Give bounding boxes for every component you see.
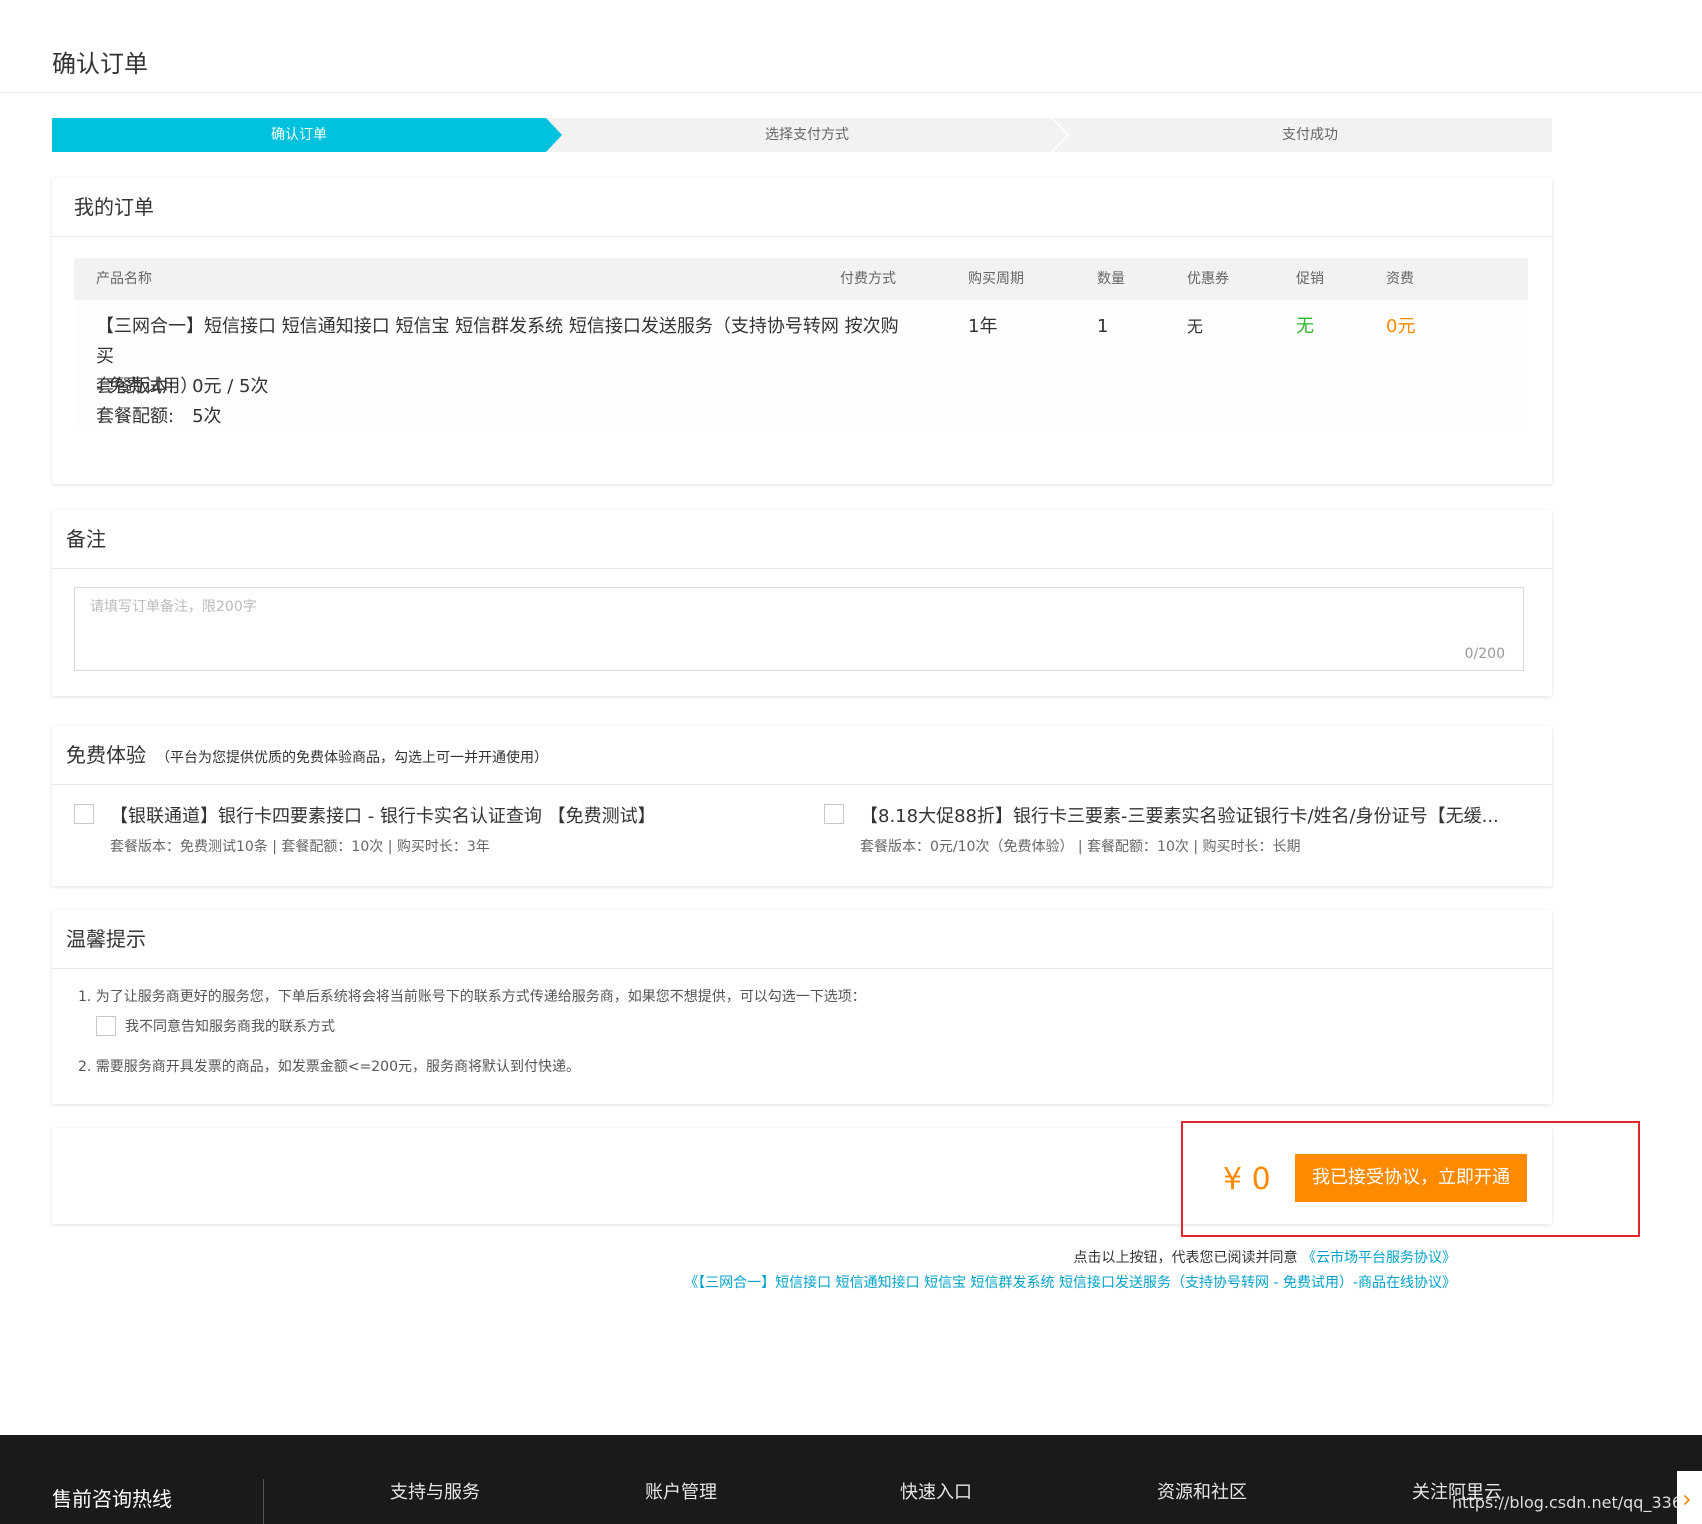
cell-coupon: 无 bbox=[1187, 317, 1204, 336]
col-qty: 数量 bbox=[1097, 271, 1125, 287]
col-pay-method: 付费方式 bbox=[840, 271, 896, 287]
remark-placeholder: 请填写订单备注，限200字 bbox=[90, 599, 257, 615]
plan-quota-label: 套餐配额: bbox=[96, 406, 175, 427]
tips-heading: 温馨提示 bbox=[52, 910, 1552, 969]
cell-period: 1年 bbox=[968, 316, 998, 337]
trial-item-1-checkbox[interactable] bbox=[74, 804, 94, 824]
cell-promo: 无 bbox=[1296, 316, 1314, 337]
highlight-annotation-box bbox=[1181, 1121, 1640, 1237]
privacy-checkbox[interactable] bbox=[96, 1016, 116, 1036]
footer-hotline: 售前咨询热线 bbox=[52, 1487, 172, 1511]
col-promo: 促销 bbox=[1296, 271, 1324, 287]
remark-textarea[interactable]: 请填写订单备注，限200字 0/200 bbox=[74, 587, 1524, 671]
plan-version: 套餐版本: 0元 / 5次 bbox=[96, 372, 269, 398]
plan-quota: 套餐配额: 5次 bbox=[96, 402, 222, 428]
trial-item-2-title[interactable]: 【8.18大促88折】银行卡三要素-三要素实名验证银行卡/姓名/身份证号【无缓.… bbox=[860, 802, 1499, 828]
footer: 售前咨询热线 支持与服务 账户管理 快速入口 资源和社区 关注阿里云 https… bbox=[0, 1435, 1702, 1524]
footer-link-community[interactable]: 资源和社区 bbox=[1157, 1478, 1247, 1504]
trial-item-1-meta: 套餐版本：免费测试10条 | 套餐配额：10次 | 购买时长：3年 bbox=[110, 839, 490, 855]
order-table-header: 产品名称 付费方式 购买周期 数量 优惠券 促销 资费 bbox=[74, 258, 1528, 300]
footer-link-support[interactable]: 支持与服务 bbox=[390, 1478, 480, 1504]
remark-char-counter: 0/200 bbox=[1464, 646, 1505, 662]
url-watermark: https://blog.csdn.net/qq_3361222 bbox=[1452, 1493, 1702, 1512]
product-agreement-link[interactable]: 《【三网合一】短信接口 短信通知接口 短信宝 短信群发系统 短信接口发送服务（支… bbox=[684, 1272, 1456, 1292]
trial-item-2-checkbox[interactable] bbox=[824, 804, 844, 824]
trial-item-1-title[interactable]: 【银联通道】银行卡四要素接口 - 银行卡实名认证查询 【免费测试】 bbox=[110, 802, 656, 828]
product-name-line1: 【三网合一】短信接口 短信通知接口 短信宝 短信群发系统 短信接口发送服务（支持… bbox=[96, 316, 899, 367]
page-title: 确认订单 bbox=[52, 50, 148, 78]
tips-card: 温馨提示 1. 为了让服务商更好的服务您，下单后系统将会将当前账号下的联系方式传… bbox=[52, 910, 1552, 1104]
trial-card: 免费体验 （平台为您提供优质的免费体验商品，勾选上可一并开通使用） 【银联通道】银… bbox=[52, 726, 1552, 886]
step-payment-success: 支付成功 bbox=[1282, 127, 1338, 143]
col-coupon: 优惠券 bbox=[1187, 271, 1229, 287]
plan-version-value: 0元 / 5次 bbox=[192, 376, 269, 397]
order-heading: 我的订单 bbox=[52, 178, 1552, 237]
tip-line-1: 1. 为了让服务商更好的服务您，下单后系统将会将当前账号下的联系方式传递给服务商… bbox=[78, 989, 866, 1005]
agreement-notice: 点击以上按钮，代表您已阅读并同意 《云市场平台服务协议》 bbox=[1074, 1247, 1456, 1267]
trial-heading-text: 免费体验 bbox=[66, 743, 146, 767]
footer-link-account[interactable]: 账户管理 bbox=[645, 1478, 717, 1504]
step-confirm-order: 确认订单 bbox=[271, 127, 327, 143]
privacy-checkbox-label[interactable]: 我不同意告知服务商我的联系方式 bbox=[125, 1016, 335, 1036]
plan-quota-value: 5次 bbox=[192, 406, 222, 427]
footer-divider bbox=[263, 1479, 264, 1524]
step-choose-payment: 选择支付方式 bbox=[765, 127, 849, 143]
progress-steps: 确认订单 选择支付方式 支付成功 bbox=[52, 118, 1552, 152]
agreement-text: 点击以上按钮，代表您已阅读并同意 bbox=[1073, 1250, 1298, 1266]
tip-line-2: 2. 需要服务商开具发票的商品，如发票金额<=200元，服务商将默认到付快递。 bbox=[78, 1059, 580, 1075]
footer-link-quick-entry[interactable]: 快速入口 bbox=[900, 1478, 972, 1504]
trial-item-2-meta: 套餐版本：0元/10次（免费体验） | 套餐配额：10次 | 购买时长：长期 bbox=[860, 839, 1301, 855]
remark-heading: 备注 bbox=[52, 510, 1552, 569]
col-product: 产品名称 bbox=[96, 271, 152, 287]
floating-widget[interactable]: › bbox=[1677, 1471, 1702, 1524]
title-divider bbox=[0, 92, 1702, 93]
cell-fee: 0元 bbox=[1386, 316, 1416, 337]
remark-card: 备注 请填写订单备注，限200字 0/200 bbox=[52, 510, 1552, 696]
cell-qty: 1 bbox=[1097, 316, 1109, 337]
order-row: 【三网合一】短信接口 短信通知接口 短信宝 短信群发系统 短信接口发送服务（支持… bbox=[74, 300, 1528, 430]
plan-version-label: 套餐版本: bbox=[96, 376, 175, 397]
platform-agreement-link[interactable]: 《云市场平台服务协议》 bbox=[1302, 1250, 1456, 1266]
floating-widget-icon: › bbox=[1682, 1485, 1692, 1513]
col-period: 购买周期 bbox=[968, 271, 1024, 287]
order-card: 我的订单 产品名称 付费方式 购买周期 数量 优惠券 促销 资费 【三网合一】短… bbox=[52, 178, 1552, 484]
trial-heading: 免费体验 （平台为您提供优质的免费体验商品，勾选上可一并开通使用） bbox=[52, 726, 1552, 785]
trial-subtitle: （平台为您提供优质的免费体验商品，勾选上可一并开通使用） bbox=[156, 750, 548, 766]
col-fee: 资费 bbox=[1386, 271, 1414, 287]
